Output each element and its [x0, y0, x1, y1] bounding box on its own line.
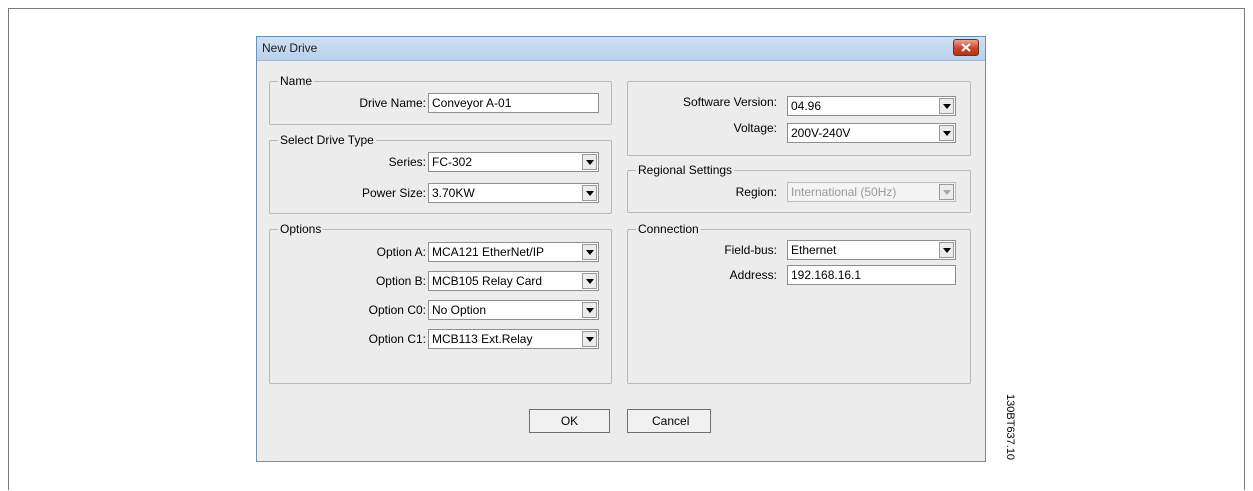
option-c0-label: Option C0:: [368, 303, 426, 317]
chevron-down-icon[interactable]: [939, 242, 954, 258]
chevron-down-icon[interactable]: [582, 154, 597, 170]
regional-settings-group: Regional Settings Region: International …: [627, 163, 971, 213]
new-drive-dialog: New Drive Name Drive Name: Conveyor A-01…: [256, 36, 986, 462]
power-size-value: 3.70KW: [432, 186, 475, 200]
option-b-value: MCB105 Relay Card: [432, 274, 543, 288]
voltage-label: Voltage:: [733, 121, 777, 135]
dialog-title: New Drive: [262, 41, 318, 55]
close-icon: [961, 43, 971, 52]
option-a-dropdown[interactable]: MCA121 EtherNet/IP: [428, 242, 599, 262]
option-b-label: Option B:: [375, 274, 426, 288]
fieldbus-value: Ethernet: [791, 243, 837, 257]
option-c0-value: No Option: [432, 303, 487, 317]
drive-type-group-title: Select Drive Type: [278, 133, 376, 147]
fieldbus-label: Field-bus:: [724, 243, 777, 257]
figure-code: 130BT637.10: [1004, 394, 1016, 461]
titlebar: New Drive: [257, 37, 985, 61]
option-a-value: MCA121 EtherNet/IP: [432, 245, 545, 259]
software-version-dropdown[interactable]: 04.96: [787, 96, 956, 116]
option-a-label: Option A:: [376, 245, 426, 259]
cancel-button[interactable]: Cancel: [627, 409, 711, 433]
series-label: Series:: [388, 155, 426, 169]
chevron-down-icon[interactable]: [582, 273, 597, 289]
software-version-value: 04.96: [791, 99, 822, 113]
option-c1-value: MCB113 Ext.Relay: [432, 332, 533, 346]
chevron-down-icon[interactable]: [582, 331, 597, 347]
power-size-label: Power Size:: [361, 186, 426, 200]
region-dropdown: International (50Hz): [787, 182, 956, 202]
close-button[interactable]: [953, 39, 979, 56]
version-group: Software Version: 04.96 Voltage: 200V-24…: [627, 81, 971, 156]
voltage-dropdown[interactable]: 200V-240V: [787, 123, 956, 143]
options-group: Options Option A: MCA121 EtherNet/IP Opt…: [269, 222, 612, 384]
connection-group-title: Connection: [636, 222, 701, 236]
drive-type-group: Select Drive Type Series: FC-302 Power S…: [269, 133, 612, 214]
chevron-down-icon[interactable]: [582, 244, 597, 260]
connection-group: Connection Field-bus: Ethernet Address: …: [627, 222, 971, 384]
address-label: Address:: [729, 268, 777, 282]
region-value: International (50Hz): [791, 185, 897, 199]
name-group-title: Name: [278, 74, 315, 88]
chevron-down-icon: [939, 184, 954, 200]
chevron-down-icon[interactable]: [582, 302, 597, 318]
series-value: FC-302: [432, 155, 473, 169]
chevron-down-icon[interactable]: [939, 125, 954, 141]
drive-name-label: Drive Name:: [359, 96, 426, 110]
name-group: Name Drive Name: Conveyor A-01: [269, 74, 612, 125]
option-c0-dropdown[interactable]: No Option: [428, 300, 599, 320]
option-b-dropdown[interactable]: MCB105 Relay Card: [428, 271, 599, 291]
voltage-value: 200V-240V: [791, 126, 851, 140]
chevron-down-icon[interactable]: [939, 98, 954, 114]
options-group-title: Options: [278, 222, 324, 236]
drive-name-field[interactable]: Conveyor A-01: [428, 93, 599, 113]
chevron-down-icon[interactable]: [582, 185, 597, 201]
series-dropdown[interactable]: FC-302: [428, 152, 599, 172]
option-c1-label: Option C1:: [368, 332, 426, 346]
region-label: Region:: [735, 185, 777, 199]
regional-settings-title: Regional Settings: [636, 163, 735, 177]
option-c1-dropdown[interactable]: MCB113 Ext.Relay: [428, 329, 599, 349]
software-version-label: Software Version:: [682, 95, 777, 109]
ok-button[interactable]: OK: [529, 409, 610, 433]
fieldbus-dropdown[interactable]: Ethernet: [787, 240, 956, 260]
address-field[interactable]: 192.168.16.1: [787, 265, 956, 285]
power-size-dropdown[interactable]: 3.70KW: [428, 183, 599, 203]
